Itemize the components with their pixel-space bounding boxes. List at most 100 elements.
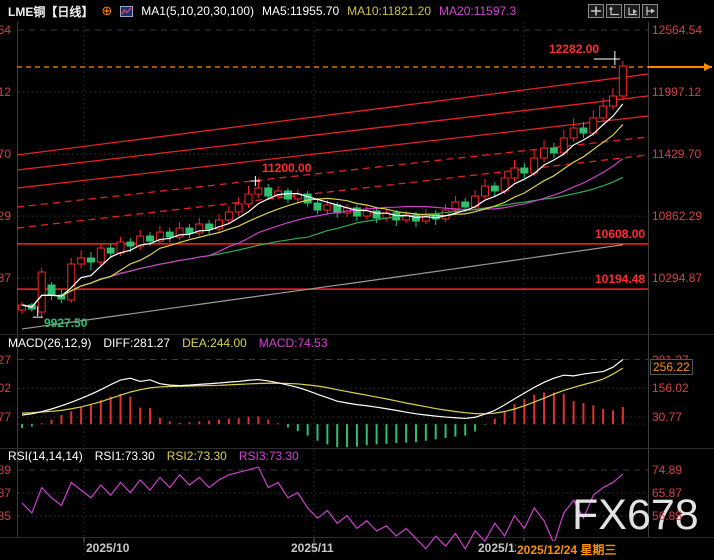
ma20-value: MA20:11597.3 [439, 4, 516, 18]
date-label-dec: 2025/12 [478, 541, 521, 555]
y-axis-label-left: 74.89 [0, 463, 11, 477]
candle-down [166, 232, 173, 237]
candle-up [600, 106, 607, 118]
zoom-x-axis-icon[interactable] [624, 4, 640, 18]
candle-down [186, 228, 193, 233]
y-axis-label: 74.89 [652, 463, 682, 477]
macd-label-row: MACD(26,12,9) DIFF:281.27 DEA:244.00 MAC… [8, 336, 328, 350]
diff-line [22, 360, 623, 419]
candle-down [147, 236, 154, 241]
left-axis-clip: 12564.54 11997.12 11429.70 10862.29 10294.87… [0, 0, 12, 560]
y-axis-label: 30.77 [652, 410, 682, 424]
y-axis-label-left: 30.77 [0, 410, 11, 424]
candle-up [245, 194, 252, 204]
macd-value: MACD:74.53 [259, 336, 328, 350]
candle-up [590, 118, 597, 133]
macd-diff-value: DIFF:281.27 [103, 336, 170, 350]
ma10-line [22, 124, 623, 307]
dea-line [22, 368, 623, 414]
y-axis-label-left: 56.85 [0, 509, 11, 523]
candle-up [38, 272, 45, 312]
candle-up [481, 186, 488, 196]
rsi1-value: RSI1:73.30 [95, 449, 155, 463]
annotation-low-9927: 9927.50 [44, 316, 87, 330]
y-axis-label-left: 156.02 [0, 381, 11, 395]
rsi-label-row: RSI(14,14,14) RSI1:73.30 RSI2:73.30 RSI3… [8, 449, 299, 463]
y-axis-label: 156.02 [652, 381, 689, 395]
trend-line [17, 96, 648, 170]
y-axis-label: 11997.12 [652, 85, 701, 99]
annotation-high-11200: 11200.00 [262, 161, 311, 175]
candle-up [560, 138, 567, 153]
chart-toolbar [588, 4, 658, 18]
y-axis-label-left: 11429.70 [0, 147, 11, 161]
rsi-title: RSI(14,14,14) [8, 449, 83, 463]
current-date-label: 2025/12/24 星期三 [516, 541, 617, 558]
ma10-value: MA10:11821.20 [347, 4, 431, 18]
candle-up [619, 66, 626, 96]
support-label-10608: 10608.00 [595, 227, 645, 241]
candle-down [107, 248, 114, 253]
ma-group-label: MA1(5,10,20,30,100) [141, 4, 254, 18]
ma100-line [22, 245, 623, 329]
candle-up [235, 204, 242, 212]
rsi3-value: RSI3:73.30 [239, 449, 299, 463]
candle-down [314, 203, 321, 210]
zoom-y-axis-icon[interactable] [606, 4, 622, 18]
candle-up [117, 242, 124, 253]
y-axis-label-left: 10862.29 [0, 209, 11, 223]
date-label-nov: 2025/11 [291, 541, 334, 555]
y-axis-label: 11429.70 [652, 147, 701, 161]
y-axis-label-left: 11997.12 [0, 85, 11, 99]
candle-down [48, 285, 55, 295]
macd-dea-value: DEA:244.00 [182, 336, 247, 350]
y-axis-label: 56.85 [652, 509, 682, 523]
candle-down [87, 258, 94, 262]
candle-up [442, 210, 449, 219]
y-axis-label-left: 65.87 [0, 486, 11, 500]
trend-dashed-line [17, 137, 648, 207]
y-axis-label-left: 12564.54 [0, 23, 11, 37]
candle-up [255, 188, 262, 194]
candle-down [521, 168, 528, 173]
add-indicator-icon[interactable]: ⊕ [101, 3, 112, 19]
candle-down [550, 148, 557, 153]
symbol-title: LME铜【日线】 [8, 3, 93, 20]
ma5-value: MA5:11955.70 [262, 4, 339, 18]
candle-up [541, 148, 548, 158]
y-axis-label-left: 281.27 [0, 353, 11, 367]
candle-up [68, 264, 75, 300]
candle-down [206, 224, 213, 229]
crosshair-move-icon[interactable] [588, 4, 604, 18]
y-axis-label: 65.87 [652, 486, 682, 500]
candle-up [324, 205, 331, 210]
candle-down [580, 128, 587, 133]
support-label-10194: 10194.48 [595, 272, 645, 286]
candle-up [225, 212, 232, 220]
y-axis-label: 10862.29 [652, 209, 702, 223]
pan-right-icon[interactable] [642, 4, 658, 18]
candle-down [127, 242, 134, 246]
date-axis: 2025/10 2025/11 2025/12 2025/12/24 星期三 [0, 538, 714, 560]
macd-latest-badge: 256.22 [650, 359, 693, 375]
chart-type-icon[interactable] [120, 6, 133, 17]
date-label-oct: 2025/10 [86, 541, 129, 555]
y-axis-label: 10294.87 [652, 271, 702, 285]
trend-dashed-line [17, 155, 648, 228]
macd-title: MACD(26,12,9) [8, 336, 91, 350]
rsi2-value: RSI2:73.30 [167, 449, 227, 463]
candle-up [78, 258, 85, 264]
candle-up [511, 168, 518, 178]
annotation-high-12282: 12282.00 [549, 42, 599, 56]
candle-down [462, 202, 469, 207]
candle-up [570, 128, 577, 138]
trend-line [17, 74, 648, 155]
candle-down [265, 188, 272, 196]
rsi-line [22, 467, 623, 549]
chart-window: LME铜【日线】 ⊕ MA1(5,10,20,30,100) MA5:11955… [0, 0, 714, 560]
last-price-marker [704, 63, 712, 71]
candle-up [610, 96, 617, 106]
candle-down [284, 191, 291, 199]
y-axis-label-left: 10294.87 [0, 271, 11, 285]
candle-down [491, 186, 498, 191]
